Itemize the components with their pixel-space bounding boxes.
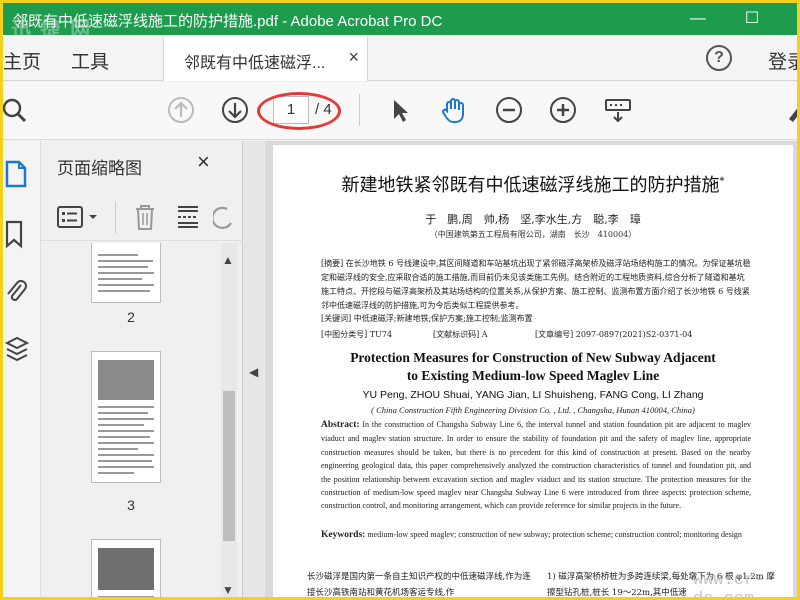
pdf-page: 新建地铁紧邻既有中低速磁浮线施工的防护措施* 于 鹏,周 帅,杨 坚,李水生,方… — [273, 145, 793, 598]
watermark-bottom: www.cr-dc.com — [693, 571, 765, 600]
rotate-page-icon[interactable] — [213, 203, 233, 231]
panel-divider — [115, 201, 116, 233]
panel-toolbar — [41, 193, 243, 241]
split-page-icon[interactable] — [175, 203, 201, 231]
document-viewport[interactable]: 新建地铁紧邻既有中低速磁浮线施工的防护措施* 于 鹏,周 帅,杨 坚,李水生,方… — [265, 141, 797, 598]
comment-pen-icon[interactable] — [783, 95, 800, 125]
scroll-up-icon[interactable]: ▲ — [222, 253, 234, 267]
scrollbar-thumb[interactable] — [223, 391, 235, 541]
tab-tools[interactable]: 工具 — [71, 47, 109, 74]
paper-affiliation-en: ( China Construction Fifth Engineering D… — [371, 405, 695, 415]
layers-icon[interactable] — [5, 335, 29, 365]
search-icon[interactable] — [3, 95, 33, 125]
tab-document[interactable]: 邻既有中低速磁浮... × — [163, 37, 368, 81]
paper-keywords-en: Keywords: medium-low speed maglev; const… — [321, 530, 742, 540]
thumbnail-label: 3 — [127, 497, 135, 513]
paper-title-cn: 新建地铁紧邻既有中低速磁浮线施工的防护措施* — [341, 175, 725, 196]
paper-abstract-en: Abstract: In the construction of Changsh… — [321, 420, 752, 511]
hand-tool-icon[interactable] — [439, 95, 469, 125]
thumbnail-page-2[interactable] — [91, 243, 161, 303]
scroll-down-icon[interactable]: ▼ — [222, 583, 234, 597]
document-tab-label: 邻既有中低速磁浮... — [184, 55, 326, 72]
panel-collapse-bar[interactable]: ◀ — [243, 141, 265, 597]
annotation-ellipse — [257, 92, 341, 130]
title-bar: 邻既有中低速磁浮线施工的防护措施.pdf - Adobe Acrobat Pro… — [3, 3, 797, 41]
toolbar: 1 / 4 — [3, 82, 800, 140]
tab-bar: 主页 工具 邻既有中低速磁浮... × ? 登录 — [3, 35, 797, 81]
paper-class-number: [中图分类号] TU74 — [321, 330, 393, 339]
thumbnail-scrollbar[interactable]: ▲ ▼ — [221, 243, 237, 597]
panel-close-icon[interactable]: × — [197, 149, 210, 175]
thumbnail-page-4[interactable] — [91, 539, 161, 597]
thumbnail-page-3[interactable] — [91, 351, 161, 483]
left-tool-strip — [3, 141, 41, 597]
maximize-button[interactable]: ☐ — [737, 7, 767, 31]
tab-home[interactable]: 主页 — [3, 47, 41, 74]
thumbnail-panel: 页面缩略图 × 2 3 ▲ ▼ — [41, 141, 243, 597]
paper-authors-en: YU Peng, ZHOU Shuai, YANG Jian, LI Shuis… — [362, 389, 704, 401]
scroll-mode-icon[interactable] — [603, 95, 633, 125]
thumbnail-label: 2 — [127, 309, 135, 325]
previous-page-icon[interactable] — [166, 95, 196, 125]
help-icon[interactable]: ? — [706, 45, 732, 71]
delete-page-icon[interactable] — [133, 203, 157, 231]
select-cursor-icon[interactable] — [385, 95, 415, 125]
minimize-button[interactable]: — — [683, 7, 713, 31]
paper-abstract-cn: [摘要] 在长沙地铁 6 号线建设中,其区间隧道和车站基坑出现了紧邻磁浮高架桥及… — [321, 259, 751, 310]
paper-title-en: Protection Measures for Construction of … — [350, 350, 716, 383]
paper-keywords-cn: [关键词] 中低速磁浮;新建地铁;保护方案;施工控制;监测布置 — [321, 314, 533, 323]
app-window: 邻既有中低速磁浮线施工的防护措施.pdf - Adobe Acrobat Pro… — [0, 0, 800, 600]
login-button[interactable]: 登录 — [768, 47, 797, 74]
thumbnail-list: 2 3 — [41, 243, 221, 597]
zoom-in-icon[interactable] — [548, 95, 578, 125]
collapse-arrow-icon[interactable]: ◀ — [249, 365, 258, 379]
panel-title: 页面缩略图 — [57, 159, 142, 178]
attachment-icon[interactable] — [5, 277, 29, 307]
zoom-out-icon[interactable] — [494, 95, 524, 125]
page-thumbnails-icon[interactable] — [5, 159, 29, 189]
paper-authors-cn: 于 鹏,周 帅,杨 坚,李水生,方 聪,李 璋 — [425, 213, 641, 226]
bookmark-icon[interactable] — [5, 219, 29, 249]
paper-body-left: 长沙磁浮是国内第一条自主知识产权的中低速磁浮线,作为连接长沙高铁南站和黄花机场客… — [307, 572, 531, 598]
thumbnail-options-icon[interactable] — [57, 205, 99, 229]
close-tab-icon[interactable]: × — [348, 47, 359, 68]
paper-affiliation-cn: （中国建筑第五工程局有限公司，湖南 长沙 410004） — [429, 230, 637, 239]
next-page-icon[interactable] — [220, 95, 250, 125]
paper-article-id: [文章编号] 2097-0897(2021)S2-0371-04 — [535, 330, 693, 339]
paper-doc-code: [文献标识码] A — [433, 330, 488, 339]
toolbar-divider — [359, 94, 360, 126]
